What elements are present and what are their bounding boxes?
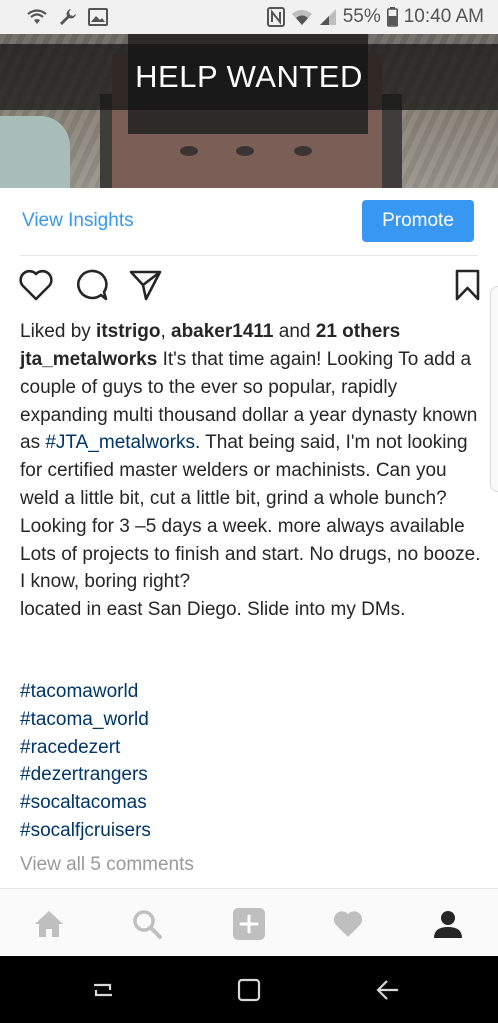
system-nav-bar [0,956,498,1023]
image-hole [294,146,312,156]
likes-line[interactable]: Liked by itstrigo, abaker1411 and 21 oth… [20,318,485,346]
likes-others[interactable]: 21 others [316,321,400,342]
hashtag-tacoma-world[interactable]: #tacoma_world [20,706,480,734]
hashtag-socalfjcruisers[interactable]: #socalfjcruisers [20,817,480,845]
caption: jta_metalworks It's that time again! Loo… [20,346,485,624]
bookmark-icon[interactable] [454,268,482,307]
image-icon [88,8,108,26]
liker-itstrigo[interactable]: itstrigo [96,321,160,342]
view-insights-link[interactable]: View Insights [22,210,134,232]
clock: 10:40 AM [403,6,484,27]
status-right: 55% 10:40 AM [266,6,484,28]
divider [20,255,478,256]
wifi-icon [291,8,313,26]
home-square-icon[interactable] [234,976,264,1004]
back-icon[interactable] [372,976,402,1004]
caption-text-2: . That being said, I'm not looking for c… [20,432,481,593]
caption-hashtag[interactable]: #JTA_metalworks [45,432,195,453]
bottom-tab-bar [0,888,498,956]
share-icon[interactable] [128,268,164,307]
wrench-icon [58,7,78,27]
nfc-icon [266,7,285,27]
promote-button[interactable]: Promote [362,200,474,242]
image-hole [236,146,254,156]
heart-icon[interactable] [18,268,54,307]
hashtag-list: #tacomaworld #tacoma_world #racedezert #… [20,678,480,845]
add-post-icon[interactable] [232,907,266,941]
image-rag [0,116,70,188]
recents-icon[interactable] [88,976,118,1004]
likes-sep: , [160,321,171,342]
post-image[interactable]: HELP WANTED [0,34,498,188]
liker-abaker1411[interactable]: abaker1411 [171,321,274,342]
status-bar: 55% 10:40 AM [0,0,498,34]
status-left-icons [26,7,108,27]
activity-heart-icon[interactable] [331,907,365,941]
hashtag-tacomaworld[interactable]: #tacomaworld [20,678,480,706]
search-icon[interactable] [130,907,164,941]
likes-prefix: Liked by [20,321,97,342]
likes-and: and [273,321,316,342]
home-icon[interactable] [32,907,66,941]
image-hole [180,146,198,156]
action-row [18,268,488,308]
image-banner-text: HELP WANTED [135,59,363,94]
caption-location-line: located in east San Diego. Slide into my… [20,599,406,621]
signal-icon [319,8,337,26]
view-all-comments-link[interactable]: View all 5 comments [20,854,194,876]
image-banner: HELP WANTED [0,44,498,110]
profile-icon[interactable] [431,907,465,941]
scroll-handle[interactable] [490,286,498,492]
wifi-calling-icon [26,8,48,26]
comment-icon[interactable] [74,268,110,307]
insights-row: View Insights Promote [0,188,498,254]
battery-icon [386,7,398,27]
hashtag-socaltacomas[interactable]: #socaltacomas [20,789,480,817]
hashtag-dezertrangers[interactable]: #dezertrangers [20,761,480,789]
caption-username[interactable]: jta_metalworks [20,349,157,370]
battery-percent: 55% [342,6,381,27]
hashtag-racedezert[interactable]: #racedezert [20,734,480,762]
